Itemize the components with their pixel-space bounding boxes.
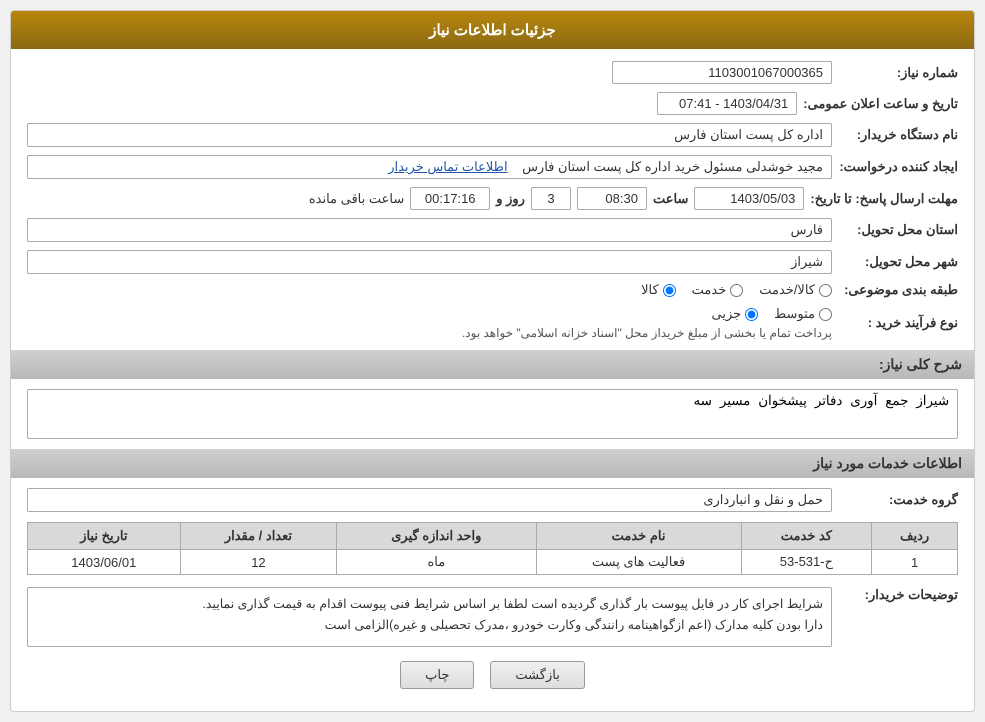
requester-value: مجید خوشدلی مسئول خرید اداره کل پست استا…: [27, 155, 832, 179]
announcement-date-value: 1403/04/31 - 07:41: [657, 92, 797, 115]
response-date-value: 1403/05/03: [694, 187, 804, 210]
label-buyer-org: نام دستگاه خریدار:: [838, 127, 958, 143]
cell-service-code: ح-531-53: [741, 550, 872, 575]
label-jozii: جزیی: [711, 306, 741, 322]
buyer-notes-value: شرایط اجرای کار در فایل پیوست بار گذاری …: [27, 587, 832, 647]
services-table-section: ردیف کد خدمت نام خدمت واحد اندازه گیری ت…: [27, 522, 958, 575]
delivery-city-value: شیراز: [27, 250, 832, 274]
radio-khadamat[interactable]: [730, 284, 743, 297]
requester-contact-link[interactable]: اطلاعات تماس خریدار: [388, 159, 507, 174]
label-delivery-province: استان محل تحویل:: [838, 222, 958, 238]
col-header-service-code: کد خدمت: [741, 523, 872, 550]
cell-quantity: 12: [180, 550, 337, 575]
back-button[interactable]: بازگشت: [490, 661, 584, 689]
section-need-summary: شرح کلی نیاز:: [11, 350, 974, 379]
response-time-value: 08:30: [577, 187, 647, 210]
col-header-row: ردیف: [872, 523, 958, 550]
delivery-province-value: فارس: [27, 218, 832, 242]
cell-service-name: فعالیت های پست: [536, 550, 741, 575]
col-header-unit: واحد اندازه گیری: [337, 523, 536, 550]
label-kala-khadamat: کالا/خدمت: [759, 282, 815, 298]
services-table: ردیف کد خدمت نام خدمت واحد اندازه گیری ت…: [27, 522, 958, 575]
label-purchase-type: نوع فرآیند خرید :: [838, 315, 958, 331]
table-row: 1 ح-531-53 فعالیت های پست ماه 12 1403/06…: [28, 550, 958, 575]
label-time: ساعت: [653, 191, 688, 207]
label-service-group: گروه خدمت:: [838, 492, 958, 508]
label-remaining: ساعت باقی مانده: [309, 191, 404, 207]
label-category: طبقه بندی موضوعی:: [838, 282, 958, 298]
label-kala: کالا: [641, 282, 659, 298]
col-header-service-name: نام خدمت: [536, 523, 741, 550]
label-need-number: شماره نیاز:: [838, 65, 958, 81]
radio-kala-khadamat[interactable]: [819, 284, 832, 297]
category-option-khadamat[interactable]: خدمت: [692, 282, 744, 298]
actions-row: بازگشت چاپ: [27, 661, 958, 699]
cell-unit: ماه: [337, 550, 536, 575]
label-days: روز و: [496, 191, 525, 207]
service-group-value: حمل و نقل و انبارداری: [27, 488, 832, 512]
cell-row: 1: [872, 550, 958, 575]
col-header-quantity: تعداد / مقدار: [180, 523, 337, 550]
purchase-type-note: پرداخت تمام یا بخشی از مبلغ خریداز محل "…: [27, 326, 832, 340]
label-requester: ایجاد کننده درخواست:: [838, 159, 958, 175]
radio-motavaset[interactable]: [819, 308, 832, 321]
label-announcement: تاریخ و ساعت اعلان عمومی:: [803, 96, 958, 112]
label-delivery-city: شهر محل تحویل:: [838, 254, 958, 270]
col-header-date: تاریخ نیاز: [28, 523, 181, 550]
page-title: جزئیات اطلاعات نیاز: [11, 11, 974, 49]
buyer-org-value: اداره کل پست استان فارس: [27, 123, 832, 147]
label-response-deadline: مهلت ارسال پاسخ: تا تاریخ:: [810, 191, 958, 207]
radio-kala[interactable]: [663, 284, 676, 297]
remaining-time-value: 00:17:16: [410, 187, 490, 210]
response-days-value: 3: [531, 187, 571, 210]
cell-date: 1403/06/01: [28, 550, 181, 575]
need-summary-textarea[interactable]: شیراز جمع آوری دفاتر پیشخوان مسیر سه: [27, 389, 958, 439]
purchase-type-radio-group: متوسط جزیی: [27, 306, 832, 322]
category-option-kala[interactable]: کالا: [641, 282, 676, 298]
label-motavaset: متوسط: [774, 306, 815, 322]
requester-name: مجید خوشدلی مسئول خرید اداره کل پست استا…: [522, 159, 823, 174]
label-khadamat: خدمت: [692, 282, 727, 298]
need-number-value: 1103001067000365: [612, 61, 832, 84]
radio-jozii[interactable]: [745, 308, 758, 321]
purchase-type-jozii[interactable]: جزیی: [711, 306, 758, 322]
category-radio-group: کالا/خدمت خدمت کالا: [27, 282, 832, 298]
section-services: اطلاعات خدمات مورد نیاز: [11, 449, 974, 478]
purchase-type-motavaset[interactable]: متوسط: [774, 306, 832, 322]
label-buyer-notes: توضیحات خریدار:: [838, 587, 958, 603]
print-button[interactable]: چاپ: [400, 661, 474, 689]
category-option-kala-khadamat[interactable]: کالا/خدمت: [759, 282, 832, 298]
